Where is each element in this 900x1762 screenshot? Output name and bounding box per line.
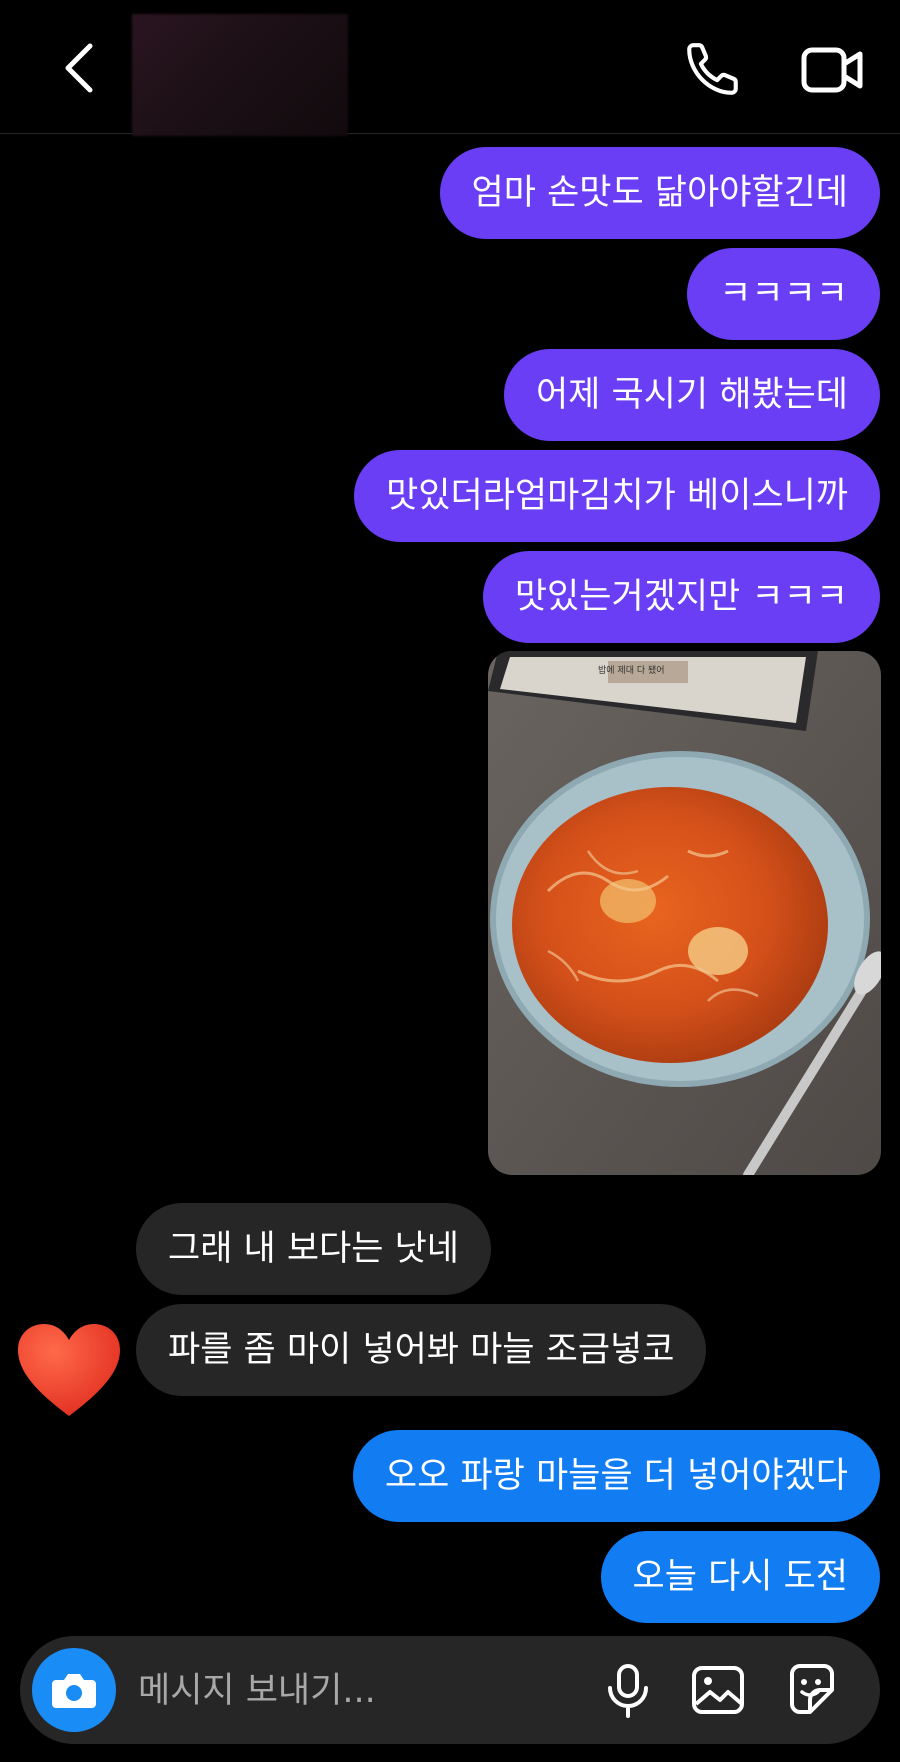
camera-icon[interactable] — [32, 1648, 116, 1732]
message-bubble-received[interactable]: 그래 내 보다는 낫네 — [136, 1203, 491, 1295]
message-bubble-sent[interactable]: 어제 국시기 해봤는데 — [503, 349, 880, 441]
message-bubble-sent[interactable]: ㅋㅋㅋㅋ — [687, 248, 880, 340]
message-composer — [20, 1636, 880, 1744]
message-bubble-sent[interactable]: 맛있더라엄마김치가 베이스니까 — [354, 450, 880, 542]
chat-header — [0, 0, 900, 136]
chevron-left-icon[interactable] — [52, 38, 112, 98]
message-bubble-sent[interactable]: 엄마 손맛도 닮아야할긴데 — [439, 147, 880, 239]
image-icon[interactable] — [688, 1660, 748, 1720]
contact-name[interactable] — [132, 14, 348, 136]
message-bubble-sent[interactable]: 오늘 다시 도전 — [600, 1531, 880, 1623]
video-camera-icon[interactable] — [800, 40, 864, 100]
message-bubble-sent[interactable]: 오오 파랑 마늘을 더 넣어야겠다 — [352, 1430, 880, 1522]
message-bubble-received[interactable]: 파를 좀 마이 넣어봐 마늘 조금넣코 — [136, 1304, 707, 1396]
microphone-icon[interactable] — [598, 1660, 658, 1720]
photo-message[interactable]: 밥에 제대 다 됐어 — [488, 651, 881, 1175]
message-bubble-sent[interactable]: 맛있는거겠지만 ㅋㅋㅋ — [482, 551, 880, 643]
message-input[interactable] — [136, 1662, 600, 1720]
phone-icon[interactable] — [682, 38, 744, 100]
heart-reaction-icon[interactable] — [14, 1320, 124, 1420]
svg-text:밥에 제대 다 됐어: 밥에 제대 다 됐어 — [598, 664, 665, 676]
sticker-icon[interactable] — [782, 1660, 842, 1720]
